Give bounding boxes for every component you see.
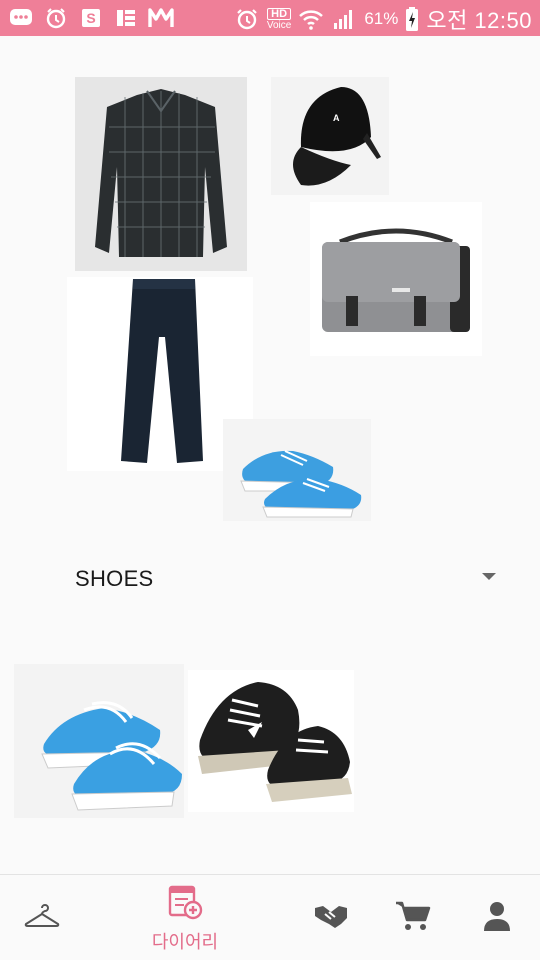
gallery-item-black-sneakers[interactable] [188,670,354,812]
wifi-icon [298,6,324,32]
battery-charging-icon [405,6,419,32]
alarm-icon [43,5,69,31]
hd-label: HD [266,7,292,20]
nav-profile[interactable] [480,875,514,960]
m-app-icon [148,5,174,31]
cart-icon [394,900,432,937]
nav-trade[interactable] [311,875,351,960]
hd-voice-indicator: HD Voice [266,7,292,31]
s-app-icon: S [78,5,104,31]
system-icons: HD Voice 61% 오전 12:50 [234,3,532,35]
clock-time: 오전 12:50 [426,8,532,33]
status-bar: S HD Voice 61% 오전 12:50 [0,0,540,36]
outfit-item-sneakers[interactable] [223,419,371,521]
outfit-item-shirt[interactable] [75,77,247,271]
handshake-icon [313,902,349,935]
alarm-clock-icon [234,6,260,32]
battery-percent: 61% [364,9,399,28]
category-dropdown[interactable]: SHOES [75,560,500,596]
category-selected-label: SHOES [75,566,154,591]
svg-text:S: S [86,10,95,26]
chat-bubble-icon [8,5,34,31]
nav-cart[interactable] [392,875,434,960]
nav-diary[interactable]: 다이어리 [140,875,230,960]
gallery-item-blue-sneakers[interactable] [14,664,184,818]
hanger-icon [24,903,60,934]
outfit-item-cap[interactable]: A [271,77,389,195]
outfit-item-bag[interactable] [310,202,482,356]
svg-text:A: A [333,113,340,123]
news-icon [113,5,139,31]
bottom-nav: 다이어리 [0,874,540,960]
dropdown-arrow-icon [482,573,496,580]
voice-label: Voice [266,19,292,31]
nav-diary-label: 다이어리 [151,931,219,952]
diary-add-icon [166,883,204,926]
person-icon [483,901,511,936]
nav-closet[interactable] [17,875,67,960]
notification-icons: S [8,5,174,31]
signal-icon [331,6,357,32]
